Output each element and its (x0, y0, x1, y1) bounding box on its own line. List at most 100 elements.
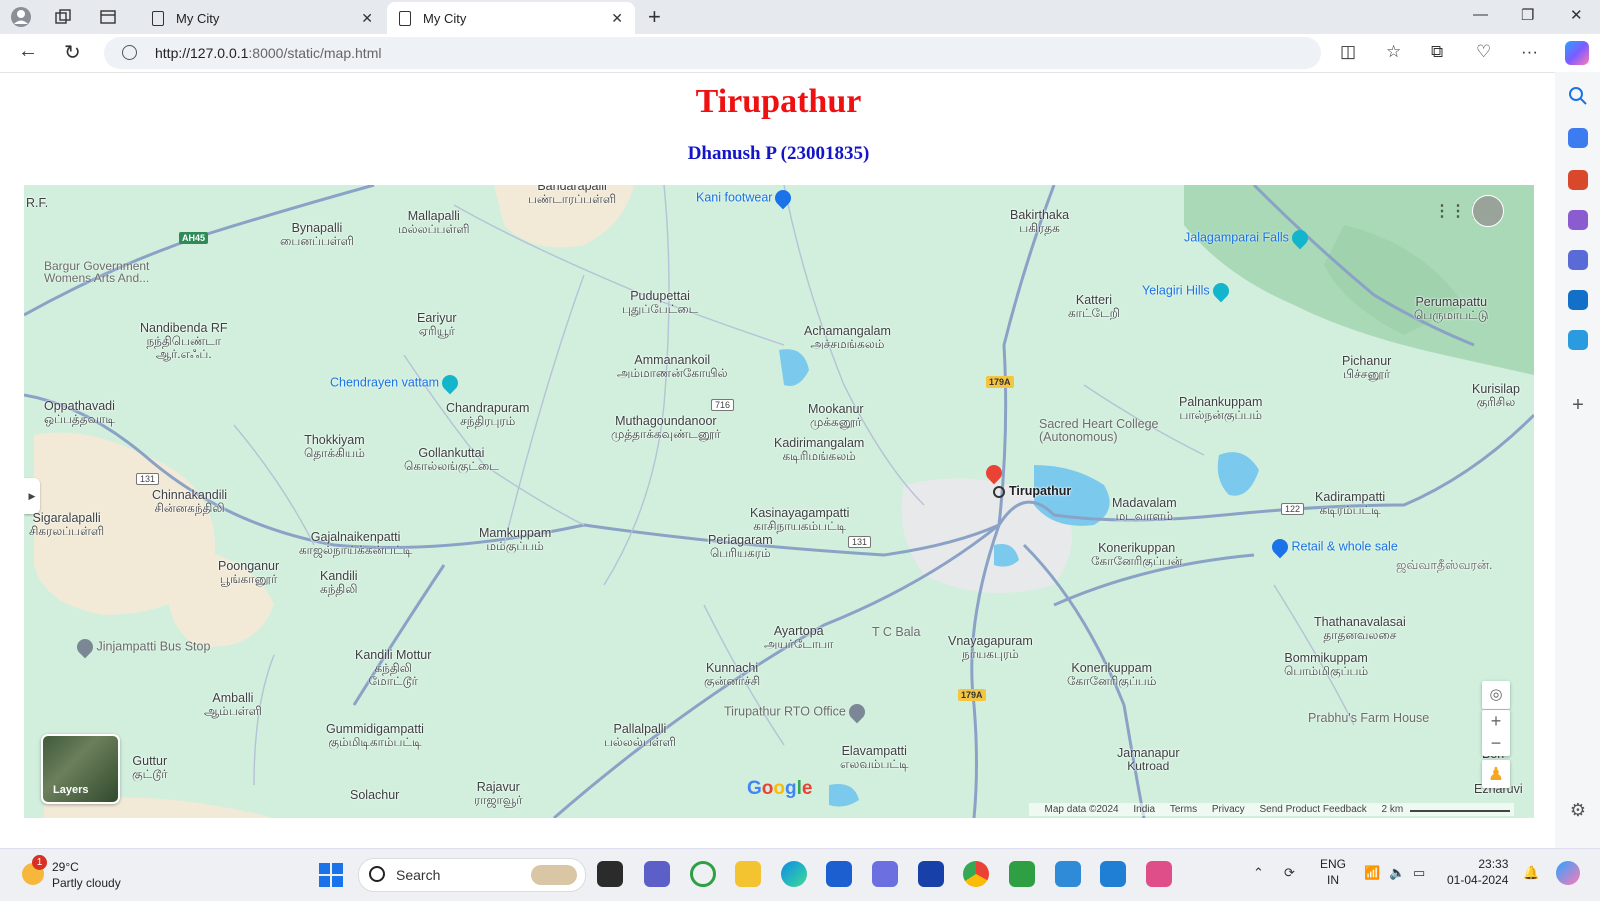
battery-icon[interactable]: ▭ (1413, 865, 1425, 881)
zoom-in-button[interactable]: + (1482, 710, 1510, 732)
start-button[interactable] (319, 863, 343, 887)
restore-button[interactable]: ❐ (1521, 6, 1534, 24)
search-highlight-image (531, 865, 577, 885)
notifications-bell-icon[interactable]: 🔔 (1523, 865, 1539, 881)
volume-icon[interactable]: 🔈 (1389, 865, 1405, 881)
poi-bargur-college[interactable]: Bargur Government Womens Arts And... (44, 260, 149, 284)
place-label: Chandrapuram சந்திரபுரம் (446, 401, 530, 428)
sync-icon[interactable]: ⟳ (1284, 865, 1295, 881)
send-icon[interactable] (1568, 330, 1588, 350)
add-icon[interactable]: + (1568, 394, 1588, 416)
settings-gear-icon[interactable]: ⚙ (1568, 800, 1588, 820)
app-icon[interactable] (872, 861, 898, 887)
account-avatar[interactable] (1472, 195, 1504, 227)
photos-icon[interactable] (1055, 861, 1081, 887)
poi-chendrayen-vattam[interactable]: Chendrayen vattam (330, 371, 462, 395)
wifi-icon[interactable]: 📶 (1364, 865, 1380, 881)
place-label: Kasinayagampatti காசிநாயகம்பட்டி (750, 506, 850, 533)
place-label: Gajalnaikenpatti காஜல்நாய்க்கன்பட்டி (299, 530, 413, 557)
store-icon[interactable] (826, 861, 852, 887)
place-label: Oppathavadi ஒப்பத்தவாடி (44, 399, 115, 426)
tab-actions-icon[interactable] (97, 6, 119, 28)
teams-icon[interactable] (644, 861, 670, 887)
split-screen-icon[interactable]: ◫ (1340, 42, 1356, 62)
app-l-icon[interactable] (918, 861, 944, 887)
browser-essentials-icon[interactable]: ♡ (1476, 42, 1491, 62)
task-view-icon[interactable] (597, 861, 623, 887)
xbox-icon[interactable] (1009, 861, 1035, 887)
poi-sacred-heart-college[interactable]: Sacred Heart College (Autonomous) (1039, 418, 1159, 444)
poi-tc-bala[interactable]: T C Bala (872, 625, 920, 639)
place-label: Pudupettai புதுப்பேட்டை (622, 289, 699, 316)
scale-bar (1410, 810, 1510, 812)
chrome-icon[interactable] (963, 861, 989, 887)
place-label: Bakirthaka பகிரதக (1010, 208, 1070, 235)
outlook-icon[interactable] (1568, 290, 1588, 310)
copilot-taskbar-icon[interactable] (1556, 861, 1580, 885)
road-shield: 131 (136, 473, 160, 485)
poi-jinjampatti-bus-stop[interactable]: Jinjampatti Bus Stop (73, 635, 210, 659)
page-icon (152, 10, 164, 26)
more-menu-icon[interactable]: ··· (1521, 42, 1538, 62)
region-link[interactable]: India (1133, 804, 1155, 815)
edge-sidebar: + ⚙ (1555, 72, 1600, 848)
close-window-button[interactable]: ✕ (1570, 6, 1583, 24)
place-label: Kunnachi குன்னாச்சி (704, 661, 761, 688)
language-indicator[interactable]: ENG IN (1320, 856, 1346, 888)
poi-retail-wholesale[interactable]: Retail & whole sale (1268, 535, 1398, 559)
favorites-icon[interactable]: ☆ (1386, 42, 1401, 62)
workspaces-icon[interactable] (52, 6, 74, 28)
copilot-icon[interactable] (1565, 41, 1589, 65)
poi-jalagamparai-falls[interactable]: Jalagamparai Falls (1184, 226, 1312, 250)
road-shield: 179A (986, 376, 1014, 388)
layers-button[interactable]: Layers (41, 734, 120, 804)
google-map[interactable]: ▶ Bandarapalli பண்டாரப்பள்ளி Bynapalli பைன… (24, 185, 1534, 818)
vscode-icon[interactable] (1100, 861, 1126, 887)
scale-label[interactable]: 2 km (1382, 804, 1404, 815)
place-label: Pichanur பிச்சனூர் (1342, 354, 1392, 381)
url-field[interactable]: http://127.0.0.1:8000/static/map.html (104, 37, 1321, 69)
back-arrow-icon[interactable]: ← (18, 40, 38, 63)
file-explorer-icon[interactable] (735, 861, 761, 887)
place-label: R.F. (26, 196, 49, 210)
collapse-panel-button[interactable]: ▶ (24, 478, 40, 514)
privacy-link[interactable]: Privacy (1212, 804, 1245, 815)
road-shield: 122 (1281, 503, 1305, 515)
microsoft365-icon[interactable] (1568, 250, 1588, 270)
minimize-button[interactable]: — (1473, 6, 1488, 23)
taskbar-search[interactable]: Search (358, 858, 586, 892)
poi-prabhus-farm-house[interactable]: Prabhu's Farm House (1308, 711, 1429, 725)
place-label: Kurisilap குரிசில (1472, 382, 1520, 409)
profile-icon[interactable] (10, 6, 32, 28)
app-circle-icon[interactable] (690, 861, 716, 887)
place-label: Mallapalli மல்லப்பள்ளி (398, 209, 470, 236)
place-label: Thokkiyam தொக்கியம் (304, 433, 365, 460)
zoom-out-button[interactable]: − (1482, 732, 1510, 754)
place-label: Chinnakandili சின்னகந்திலி (152, 488, 228, 515)
edge-icon[interactable] (781, 861, 807, 887)
shopping-pin-icon (1268, 535, 1292, 559)
poi-rto-office[interactable]: Tirupathur RTO Office (724, 700, 869, 724)
terms-link[interactable]: Terms (1170, 804, 1197, 815)
search-icon[interactable] (1568, 86, 1588, 106)
close-tab-icon[interactable]: ✕ (611, 10, 623, 27)
chevron-up-icon[interactable]: ⌃ (1253, 865, 1264, 881)
refresh-icon[interactable]: ↻ (64, 40, 81, 65)
tab-my-city-2[interactable]: My City ✕ (387, 2, 635, 34)
close-tab-icon[interactable]: ✕ (361, 10, 373, 27)
my-location-button[interactable]: ◎ (1482, 681, 1510, 709)
street-view-pegman-icon[interactable]: ♟ (1482, 760, 1510, 788)
feedback-link[interactable]: Send Product Feedback (1259, 804, 1366, 815)
place-label: Solachur (350, 788, 400, 802)
clock[interactable]: 23:33 01-04-2024 (1447, 856, 1508, 888)
games-icon[interactable] (1568, 210, 1588, 230)
tab-my-city-1[interactable]: My City ✕ (140, 2, 385, 34)
collections-icon[interactable]: ⧉ (1431, 42, 1443, 62)
poi-yelagiri-hills[interactable]: Yelagiri Hills (1142, 279, 1232, 303)
new-tab-button[interactable]: + (648, 4, 661, 30)
shopping-icon[interactable] (1568, 128, 1588, 148)
tools-icon[interactable] (1568, 170, 1588, 190)
tab-bar: My City ✕ My City ✕ + — ❐ ✕ (0, 0, 1600, 34)
snipping-tool-icon[interactable] (1146, 861, 1172, 887)
poi-kani-footwear[interactable]: Kani footwear (696, 186, 795, 210)
